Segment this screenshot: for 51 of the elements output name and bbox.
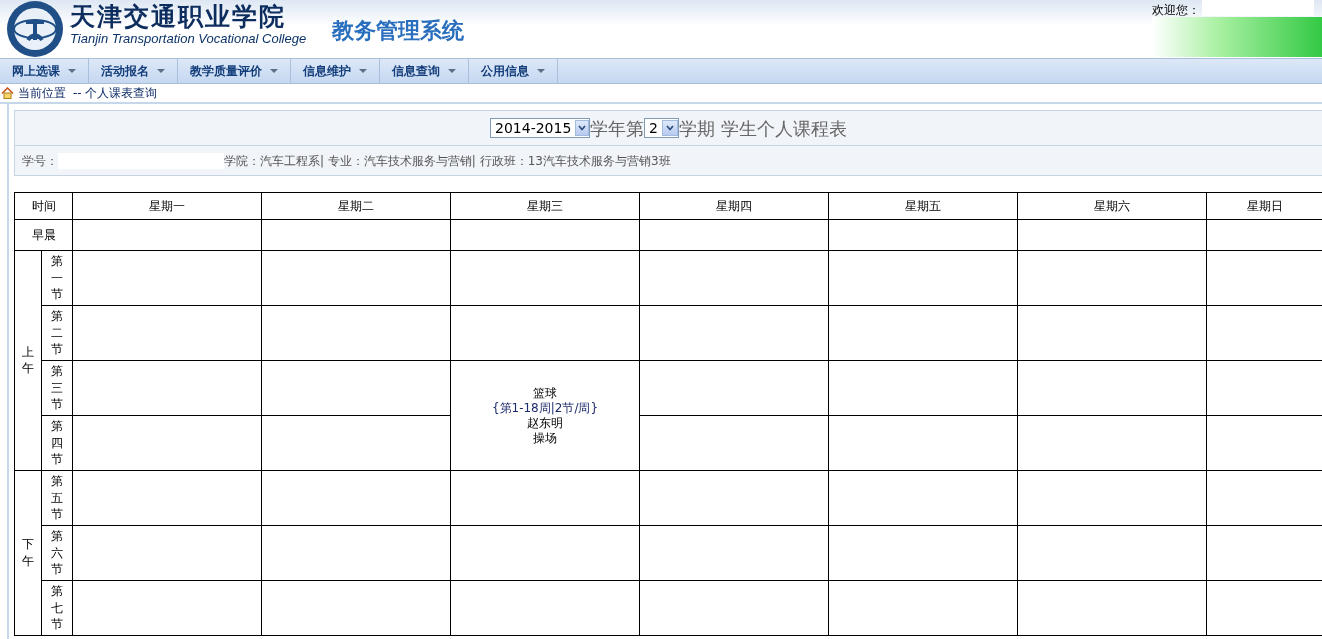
- column-header: 星期六: [1017, 192, 1207, 220]
- breadcrumb-path: -- 个人课表查询: [73, 85, 158, 102]
- student-details: 学院：汽车工程系| 专业：汽车技术服务与营销| 行政班：13汽车技术服务与营销3班: [224, 152, 671, 170]
- timetable-title: 学生个人课程表: [721, 116, 847, 141]
- row-header: 第四节: [41, 415, 73, 471]
- caret-icon: [68, 69, 76, 73]
- column-header: 星期三: [450, 192, 640, 220]
- menu-item[interactable]: 信息维护: [291, 59, 380, 83]
- caret-icon: [157, 69, 165, 73]
- column-header: 星期五: [828, 192, 1018, 220]
- column-header: 星期四: [639, 192, 829, 220]
- course-name: 篮球: [532, 385, 558, 401]
- home-icon: [1, 87, 14, 99]
- chevron-down-icon: [578, 125, 587, 131]
- course-teacher: 赵东明: [526, 415, 564, 431]
- row-header: 第三节: [41, 360, 73, 416]
- college-logo: [6, 0, 64, 58]
- row-header: 早晨: [14, 219, 73, 251]
- student-id-label: 学号：: [22, 152, 58, 170]
- menu-item[interactable]: 网上选课: [0, 59, 89, 83]
- course-location: 操场: [532, 430, 558, 446]
- year-suffix: 学年第: [590, 116, 644, 141]
- caret-icon: [270, 69, 278, 73]
- row-group-label: 下午: [14, 470, 42, 636]
- school-name-english: Tianjin Transportation Vocational College: [70, 31, 307, 46]
- caret-icon: [537, 69, 545, 73]
- column-header: 星期日: [1206, 192, 1322, 220]
- menu-item[interactable]: 活动报名: [89, 59, 178, 83]
- row-group-label: 上午: [14, 250, 42, 471]
- school-name: 天津交通职业学院: [70, 3, 287, 31]
- column-header: 星期一: [72, 192, 262, 220]
- year-select[interactable]: 2014-2015: [490, 118, 590, 138]
- column-header: 星期二: [261, 192, 451, 220]
- caret-icon: [359, 69, 367, 73]
- column-header: 时间: [14, 192, 73, 220]
- row-header: 第二节: [41, 305, 73, 361]
- breadcrumb-label: 当前位置: [18, 85, 66, 102]
- semester-select[interactable]: 2: [644, 118, 679, 138]
- course-weeks: {第1-18周|2节/周}: [490, 400, 600, 416]
- system-title: 教务管理系统: [332, 17, 465, 45]
- semester-suffix: 学期: [679, 116, 715, 141]
- welcome-label: 欢迎您：: [1152, 2, 1200, 19]
- caret-icon: [448, 69, 456, 73]
- row-header: 第六节: [41, 525, 73, 581]
- menu-item[interactable]: 公用信息: [469, 59, 558, 83]
- row-header: 第七节: [41, 580, 73, 636]
- menu-item[interactable]: 教学质量评价: [178, 59, 291, 83]
- row-header: 第一节: [41, 250, 73, 306]
- chevron-down-icon: [666, 125, 674, 131]
- row-header: 第五节: [41, 470, 73, 526]
- menu-item[interactable]: 信息查询: [380, 59, 469, 83]
